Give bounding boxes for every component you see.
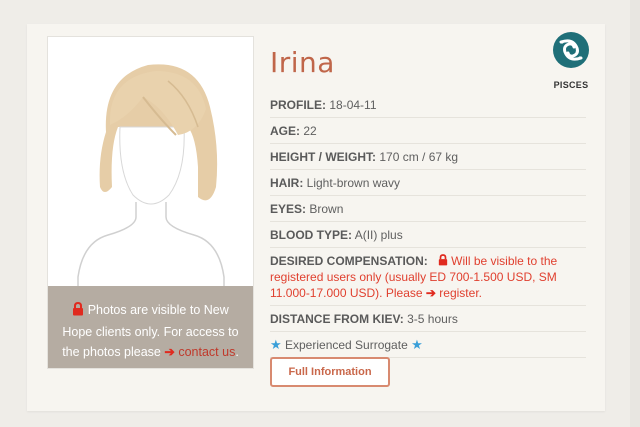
height-weight-value: 170 cm / 67 kg [379, 150, 459, 164]
profile-value: 18-04-11 [329, 98, 377, 112]
star-icon: ★ [411, 337, 423, 352]
page-edge [630, 0, 640, 427]
lock-icon [72, 301, 84, 322]
pisces-icon [553, 32, 589, 68]
eyes-row: EYES: Brown [270, 196, 586, 222]
distance-label: DISTANCE FROM KIEV: [270, 312, 404, 326]
full-information-button[interactable]: Full Information [270, 357, 390, 387]
placeholder-silhouette-icon [77, 64, 225, 297]
arrow-right-icon: ➔ [164, 345, 175, 359]
arrow-right-icon: ➔ [425, 286, 436, 300]
star-icon: ★ [270, 337, 282, 352]
age-value: 22 [303, 124, 317, 138]
blood-type-value: A(II) plus [354, 228, 403, 242]
profile-details: PROFILE: 18-04-11 AGE: 22 HEIGHT / WEIGH… [270, 92, 586, 358]
profile-label: PROFILE: [270, 98, 326, 112]
eyes-value: Brown [309, 202, 344, 216]
hair-row: HAIR: Light-brown wavy [270, 170, 586, 196]
profile-name: Irina [270, 46, 335, 79]
experienced-text: Experienced Surrogate [285, 338, 408, 352]
eyes-label: EYES: [270, 202, 307, 216]
zodiac-sign: PISCES [549, 30, 593, 90]
compensation-row: DESIRED COMPENSATION: Will be visible to… [270, 248, 586, 306]
contact-us-link[interactable]: contact us [178, 345, 235, 359]
distance-value: 3-5 hours [407, 312, 458, 326]
hair-label: HAIR: [270, 176, 304, 190]
hair-value: Light-brown wavy [306, 176, 401, 190]
compensation-label: DESIRED COMPENSATION: [270, 254, 428, 268]
photo-access-notice: Photos are visible to New Hope clients o… [48, 286, 253, 368]
photo-notice-period: . [235, 345, 239, 359]
zodiac-label: PISCES [553, 80, 589, 90]
profile-row: PROFILE: 18-04-11 [270, 92, 586, 118]
height-weight-row: HEIGHT / WEIGHT: 170 cm / 67 kg [270, 144, 586, 170]
blood-type-row: BLOOD TYPE: A(II) plus [270, 222, 586, 248]
blood-type-label: BLOOD TYPE: [270, 228, 353, 242]
lock-icon [438, 254, 448, 268]
height-weight-label: HEIGHT / WEIGHT: [270, 150, 376, 164]
age-label: AGE: [270, 124, 300, 138]
profile-photo: Photos are visible to New Hope clients o… [47, 36, 254, 369]
age-row: AGE: 22 [270, 118, 586, 144]
register-link[interactable]: register. [439, 286, 482, 300]
experienced-row: ★ Experienced Surrogate ★ [270, 332, 586, 358]
distance-row: DISTANCE FROM KIEV: 3-5 hours [270, 306, 586, 332]
